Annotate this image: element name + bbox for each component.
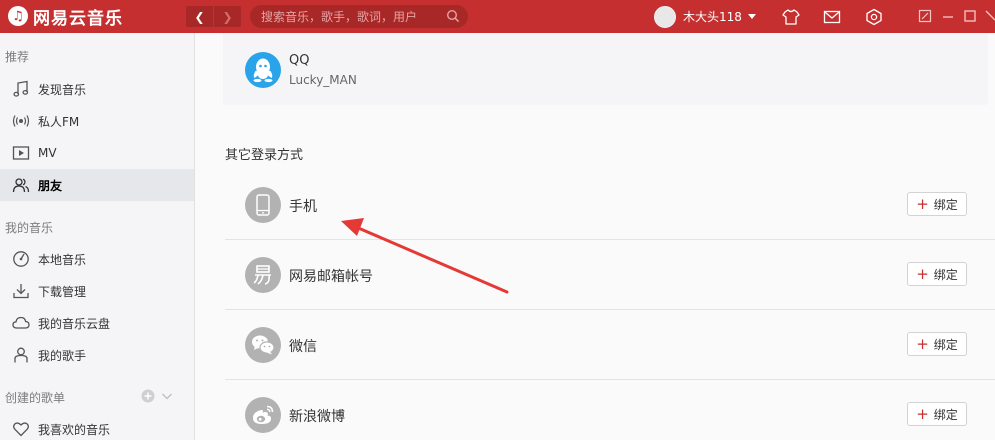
mini-mode-icon[interactable] xyxy=(918,9,932,23)
sidebar-item-singers[interactable]: 我的歌手 xyxy=(0,339,194,371)
sidebar-item-fm[interactable]: 私人FM xyxy=(0,105,194,137)
sidebar-item-local[interactable]: 本地音乐 xyxy=(0,243,194,275)
wechat-icon xyxy=(245,327,281,363)
bind-phone-button[interactable]: + 绑定 xyxy=(907,192,967,216)
phone-icon xyxy=(245,187,281,223)
sidebar-item-label: 我的音乐云盘 xyxy=(38,316,111,331)
sidebar-item-label: MV xyxy=(38,146,57,160)
search-icon[interactable] xyxy=(446,9,460,23)
netease-mail-icon xyxy=(245,257,281,293)
music-note-icon xyxy=(13,80,29,97)
sidebar-section-my-music: 我的音乐 xyxy=(5,221,54,235)
sidebar-item-download[interactable]: 下载管理 xyxy=(0,275,194,307)
sidebar-item-label: 发现音乐 xyxy=(38,82,87,97)
gear-icon[interactable] xyxy=(865,8,883,26)
user-menu[interactable]: 木大头118 xyxy=(654,5,756,28)
cloud-icon xyxy=(12,316,30,329)
sidebar-item-label: 下载管理 xyxy=(38,284,87,299)
other-login-title: 其它登录方式 xyxy=(225,148,304,163)
bind-weibo-button[interactable]: + 绑定 xyxy=(907,402,967,426)
chevron-down-icon[interactable] xyxy=(747,14,756,19)
qq-label: QQ xyxy=(289,53,310,68)
mail-icon[interactable] xyxy=(823,8,841,26)
back-button[interactable]: ❮ xyxy=(186,6,213,27)
skin-icon[interactable] xyxy=(782,8,800,26)
bind-label: 新浪微博 xyxy=(289,409,345,425)
bind-row-weibo: 新浪微博 + 绑定 xyxy=(225,380,995,440)
netease-logo-icon: ♫ xyxy=(8,6,28,26)
search-input[interactable] xyxy=(261,9,441,24)
title-bar: ♫ 网易云音乐 ❮ ❯ 木大头118 xyxy=(0,0,995,33)
qq-icon xyxy=(245,52,281,88)
bind-button-label: 绑定 xyxy=(933,197,958,212)
bind-label: 网易邮箱帐号 xyxy=(289,269,373,285)
history-nav: ❮ ❯ xyxy=(186,6,241,27)
sidebar-item-label: 我的歌手 xyxy=(38,348,87,363)
username[interactable]: 木大头118 xyxy=(683,8,742,25)
qq-username: Lucky_MAN xyxy=(289,73,357,87)
section-title: 创建的歌单 xyxy=(5,391,66,405)
video-icon xyxy=(12,146,30,160)
bind-row-netease-mail: 网易邮箱帐号 + 绑定 xyxy=(225,240,995,310)
app-logo[interactable]: ♫ 网易云音乐 xyxy=(8,5,123,29)
app-title: 网易云音乐 xyxy=(33,8,123,29)
avatar[interactable] xyxy=(654,5,676,28)
bind-wechat-button[interactable]: + 绑定 xyxy=(907,332,967,356)
qq-account-card: QQ Lucky_MAN xyxy=(223,33,988,105)
sidebar-item-friends[interactable]: 朋友 xyxy=(0,169,194,201)
bind-netease-mail-button[interactable]: + 绑定 xyxy=(907,262,967,286)
plus-icon: + xyxy=(916,194,929,213)
bind-button-label: 绑定 xyxy=(933,267,958,282)
close-icon[interactable] xyxy=(984,9,995,23)
search-box[interactable] xyxy=(250,5,468,28)
plus-icon: + xyxy=(916,404,929,423)
heart-icon xyxy=(13,422,29,437)
friends-icon xyxy=(12,178,30,193)
bind-button-label: 绑定 xyxy=(933,407,958,422)
weibo-icon xyxy=(245,397,281,433)
plus-icon: + xyxy=(916,334,929,353)
sidebar-item-label: 本地音乐 xyxy=(38,252,87,267)
maximize-icon[interactable] xyxy=(963,9,977,23)
bind-label: 手机 xyxy=(289,199,317,215)
account-binding-panel: QQ Lucky_MAN 其它登录方式 手机 + 绑定 网易邮箱帐号 + 绑定 xyxy=(196,33,995,440)
minimize-icon[interactable] xyxy=(941,9,955,23)
sidebar-item-label: 朋友 xyxy=(38,178,63,193)
sidebar-item-cloud[interactable]: 我的音乐云盘 xyxy=(0,307,194,339)
add-playlist-icon[interactable] xyxy=(141,389,155,403)
download-icon xyxy=(13,284,29,299)
chevron-down-icon[interactable] xyxy=(161,390,173,402)
radio-icon xyxy=(12,115,30,127)
sidebar-item-label: 私人FM xyxy=(38,114,80,129)
sidebar-item-discover[interactable]: 发现音乐 xyxy=(0,73,194,105)
section-tools xyxy=(141,389,173,403)
sidebar-item-mv[interactable]: MV xyxy=(0,137,194,169)
local-music-icon xyxy=(13,251,29,267)
sidebar-section-created-playlists: 创建的歌单 xyxy=(5,389,189,405)
sidebar-item-label: 我喜欢的音乐 xyxy=(38,422,111,437)
plus-icon: + xyxy=(916,264,929,283)
sidebar: 推荐 发现音乐 私人FM MV 朋友 我的音乐 本地音乐 下载管理 我的音乐云盘… xyxy=(0,33,195,440)
singer-icon xyxy=(14,347,28,363)
bind-row-wechat: 微信 + 绑定 xyxy=(225,310,995,380)
sidebar-item-liked[interactable]: 我喜欢的音乐 xyxy=(0,413,194,440)
forward-button[interactable]: ❯ xyxy=(214,6,241,27)
sidebar-section-recommend: 推荐 xyxy=(5,50,30,64)
bind-button-label: 绑定 xyxy=(933,337,958,352)
bind-label: 微信 xyxy=(289,339,317,355)
bind-row-phone: 手机 + 绑定 xyxy=(225,170,995,240)
